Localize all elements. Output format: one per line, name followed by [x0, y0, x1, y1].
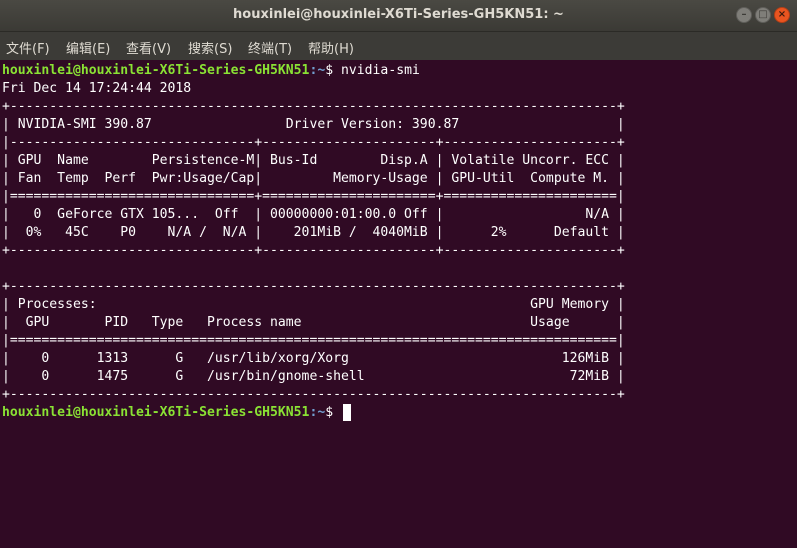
- menu-help[interactable]: 帮助(H): [308, 38, 354, 57]
- output-line: +---------------------------------------…: [2, 99, 625, 114]
- close-icon[interactable]: ×: [774, 7, 790, 23]
- output-line: | GPU PID Type Process name Usage |: [2, 315, 625, 330]
- output-line: | 0% 45C P0 N/A / N/A | 201MiB / 4040MiB…: [2, 225, 625, 240]
- prompt-user: houxinlei@houxinlei-X6Ti-Series-GH5KN51: [2, 63, 310, 78]
- output-line: | NVIDIA-SMI 390.87 Driver Version: 390.…: [2, 117, 625, 132]
- output-line: Fri Dec 14 17:24:44 2018: [2, 81, 192, 96]
- output-line: |=======================================…: [2, 333, 625, 348]
- command-text: nvidia-smi: [341, 63, 420, 78]
- menu-bar: 文件(F) 编辑(E) 查看(V) 搜索(S) 终端(T) 帮助(H): [0, 32, 797, 60]
- window-title: houxinlei@houxinlei-X6Ti-Series-GH5KN51:…: [233, 7, 564, 22]
- prompt-path: :~: [309, 405, 326, 420]
- menu-view[interactable]: 查看(V): [126, 38, 171, 57]
- output-line: +---------------------------------------…: [2, 387, 625, 402]
- output-line: | 0 1313 G /usr/lib/xorg/Xorg 126MiB |: [2, 351, 625, 366]
- prompt-symbol: $: [325, 405, 342, 420]
- output-line: +-------------------------------+-------…: [2, 243, 625, 258]
- output-line: | GPU Name Persistence-M| Bus-Id Disp.A …: [2, 153, 625, 168]
- minimize-icon[interactable]: –: [736, 7, 752, 23]
- terminal-output[interactable]: houxinlei@houxinlei-X6Ti-Series-GH5KN51:…: [2, 62, 792, 548]
- prompt-symbol: $: [325, 63, 342, 78]
- output-line: | 0 1475 G /usr/bin/gnome-shell 72MiB |: [2, 369, 625, 384]
- prompt-path: :~: [309, 63, 326, 78]
- output-line: +---------------------------------------…: [2, 279, 625, 294]
- text-cursor: [343, 404, 352, 421]
- menu-terminal[interactable]: 终端(T): [248, 38, 292, 57]
- output-line: | Processes: GPU Memory |: [2, 297, 625, 312]
- title-bar[interactable]: houxinlei@houxinlei-X6Ti-Series-GH5KN51:…: [0, 0, 797, 32]
- output-line: |-------------------------------+-------…: [2, 135, 625, 150]
- command-line: houxinlei@houxinlei-X6Ti-Series-GH5KN51:…: [2, 62, 420, 80]
- output-line: | 0 GeForce GTX 105... Off | 00000000:01…: [2, 207, 625, 222]
- maximize-icon[interactable]: □: [755, 7, 771, 23]
- menu-edit[interactable]: 编辑(E): [66, 38, 110, 57]
- menu-search[interactable]: 搜索(S): [188, 38, 232, 57]
- output-line: | Fan Temp Perf Pwr:Usage/Cap| Memory-Us…: [2, 171, 625, 186]
- prompt-user: houxinlei@houxinlei-X6Ti-Series-GH5KN51: [2, 405, 310, 420]
- scrollbar[interactable]: [792, 62, 797, 548]
- prompt-line: houxinlei@houxinlei-X6Ti-Series-GH5KN51:…: [2, 404, 352, 422]
- terminal-window: houxinlei@houxinlei-X6Ti-Series-GH5KN51:…: [0, 0, 797, 548]
- output-line: |===============================+=======…: [2, 189, 625, 204]
- menu-file[interactable]: 文件(F): [6, 38, 50, 57]
